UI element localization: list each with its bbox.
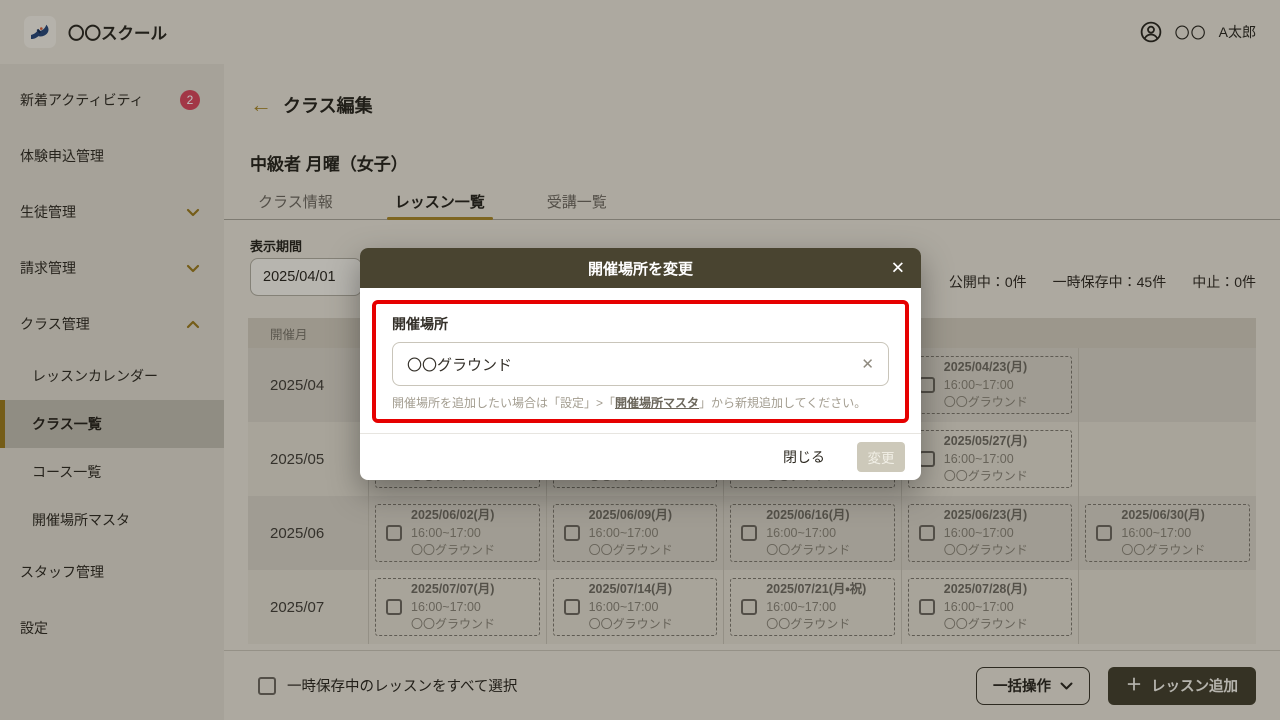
venue-input-value: 〇〇グラウンド xyxy=(407,354,512,375)
venue-input[interactable]: 〇〇グラウンド ✕ xyxy=(392,342,889,386)
venue-field-label: 開催場所 xyxy=(392,314,889,334)
modal-header: 開催場所を変更 ✕ xyxy=(360,248,921,288)
clear-input-icon[interactable]: ✕ xyxy=(861,357,874,372)
modal-body: 開催場所 〇〇グラウンド ✕ 開催場所を追加したい場合は「設定」>「開催場所マス… xyxy=(360,288,921,433)
modal-close-button[interactable]: 閉じる xyxy=(777,446,831,468)
hint-prefix: 開催場所を追加したい場合は「設定」>「 xyxy=(392,396,615,410)
modal-title: 開催場所を変更 xyxy=(588,258,693,279)
venue-master-link[interactable]: 開催場所マスタ xyxy=(615,396,699,410)
highlight-red-box: 開催場所 〇〇グラウンド ✕ 開催場所を追加したい場合は「設定」>「開催場所マス… xyxy=(372,300,909,423)
close-icon[interactable]: ✕ xyxy=(891,260,905,277)
venue-hint-text: 開催場所を追加したい場合は「設定」>「開催場所マスタ」から新規追加してください。 xyxy=(392,394,889,411)
modal-submit-button[interactable]: 変更 xyxy=(857,442,905,472)
app-root: 〇〇スクール 〇〇 A太郎 新着アクティビティ2体験申込管理生徒管理請求管理クラ… xyxy=(0,0,1280,720)
modal-footer: 閉じる 変更 xyxy=(360,433,921,480)
venue-change-modal: 開催場所を変更 ✕ 開催場所 〇〇グラウンド ✕ 開催場所を追加したい場合は「設… xyxy=(360,248,921,480)
hint-suffix: 」から新規追加してください。 xyxy=(699,396,866,410)
